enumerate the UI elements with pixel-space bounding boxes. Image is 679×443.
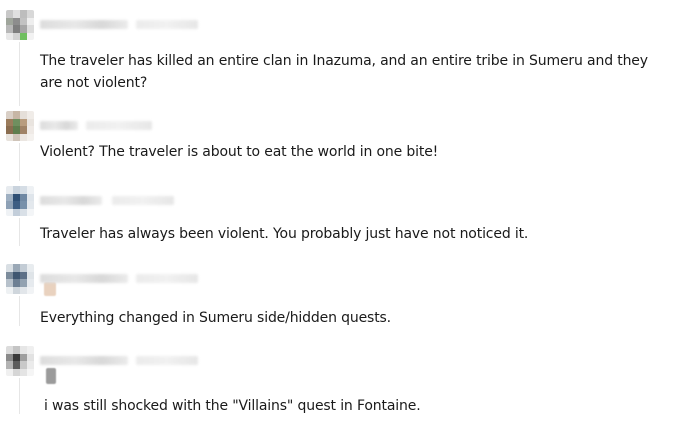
comment-body: Traveler has always been violent. You pr… bbox=[40, 226, 529, 242]
username-blurred[interactable] bbox=[40, 196, 102, 205]
comment-body: Violent? The traveler is about to eat th… bbox=[40, 144, 439, 160]
username-blurred[interactable] bbox=[40, 20, 128, 29]
avatar[interactable] bbox=[6, 186, 34, 216]
comment-body: Everything changed in Sumeru side/hidden… bbox=[40, 310, 391, 326]
comment-meta bbox=[40, 196, 220, 206]
avatar[interactable] bbox=[6, 346, 34, 376]
username-blurred[interactable] bbox=[40, 121, 78, 130]
username-blurred[interactable] bbox=[40, 356, 128, 365]
comment-meta bbox=[40, 356, 220, 366]
thread-line[interactable] bbox=[19, 218, 20, 246]
comment-meta bbox=[40, 20, 220, 30]
thread-line[interactable] bbox=[19, 378, 20, 414]
username-blurred[interactable] bbox=[40, 274, 128, 283]
user-flair-icon bbox=[46, 368, 56, 384]
avatar[interactable] bbox=[6, 264, 34, 294]
user-flair-icon bbox=[44, 282, 56, 296]
timestamp-blurred bbox=[136, 356, 198, 365]
avatar[interactable] bbox=[6, 10, 34, 40]
thread-line[interactable] bbox=[19, 42, 20, 106]
comment-meta bbox=[40, 121, 220, 131]
timestamp-blurred bbox=[86, 121, 152, 130]
avatar[interactable] bbox=[6, 111, 34, 141]
timestamp-blurred bbox=[136, 20, 198, 29]
comment-meta bbox=[40, 274, 220, 284]
timestamp-blurred bbox=[112, 196, 174, 205]
thread-line[interactable] bbox=[19, 143, 20, 181]
comment-body: i was still shocked with the "Villains" … bbox=[44, 398, 421, 414]
comment-body: The traveler has killed an entire clan i… bbox=[40, 53, 648, 91]
timestamp-blurred bbox=[136, 274, 198, 283]
thread-line[interactable] bbox=[19, 296, 20, 326]
comment-thread: The traveler has killed an entire clan i… bbox=[0, 0, 679, 443]
